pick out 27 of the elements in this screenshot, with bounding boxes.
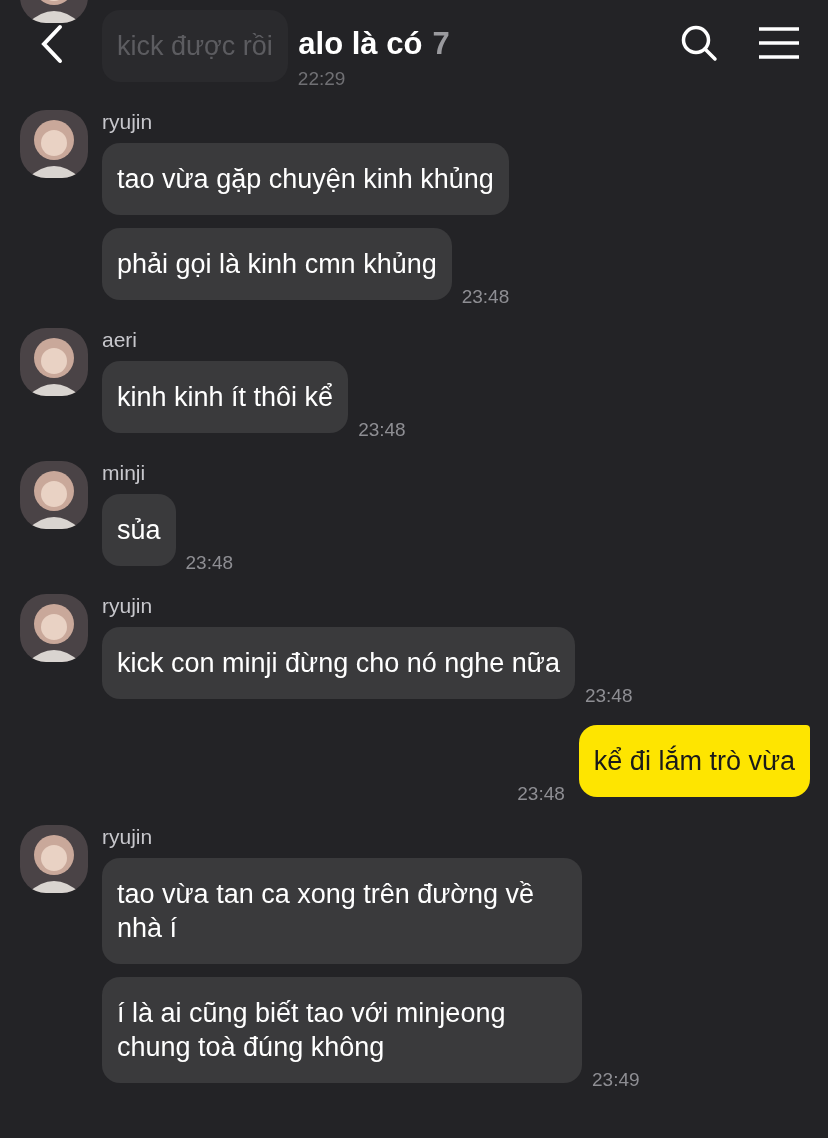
message-bubble[interactable]: phải gọi là kinh cmn khủng bbox=[102, 228, 452, 300]
avatar-icon[interactable] bbox=[20, 594, 88, 662]
sender-name: aeri bbox=[102, 328, 139, 352]
message-time: 23:48 bbox=[358, 419, 406, 441]
sender-name: minji bbox=[102, 461, 147, 485]
chat-title: alo là có bbox=[298, 26, 423, 62]
message-bubble[interactable]: sủa bbox=[102, 494, 176, 566]
message-bubble[interactable]: í là ai cũng biết tao với minjeong chung toà đúng không bbox=[102, 977, 582, 1083]
sender-name: ryujin bbox=[102, 825, 154, 849]
message-time: 23:48 bbox=[517, 783, 565, 805]
message-bubble[interactable]: kick con minji đừng cho nó nghe nữa bbox=[102, 627, 575, 699]
avatar-icon[interactable] bbox=[20, 461, 88, 529]
avatar-icon[interactable] bbox=[20, 825, 88, 893]
message-bubble[interactable]: kể đi lắm trò vừa bbox=[578, 725, 810, 797]
message-time: 23:48 bbox=[461, 286, 510, 308]
sender-name: ryujin bbox=[102, 594, 154, 618]
message-time: 23:49 bbox=[592, 1069, 640, 1091]
message-bubble[interactable]: kinh kinh ít thôi kể bbox=[102, 361, 349, 433]
message-time: 23:48 bbox=[584, 685, 633, 707]
avatar-icon[interactable] bbox=[20, 110, 88, 178]
member-count: 7 bbox=[432, 26, 450, 62]
message-bubble[interactable]: tao vừa gặp chuyện kinh khủng bbox=[102, 143, 509, 215]
message-bubble[interactable]: tao vừa tan ca xong trên đường về nhà í bbox=[102, 858, 582, 964]
avatar-icon[interactable] bbox=[20, 328, 88, 396]
message-time: 22:29 bbox=[297, 68, 346, 90]
sender-name: ryujin bbox=[102, 110, 154, 134]
message-time: 23:48 bbox=[185, 552, 234, 574]
